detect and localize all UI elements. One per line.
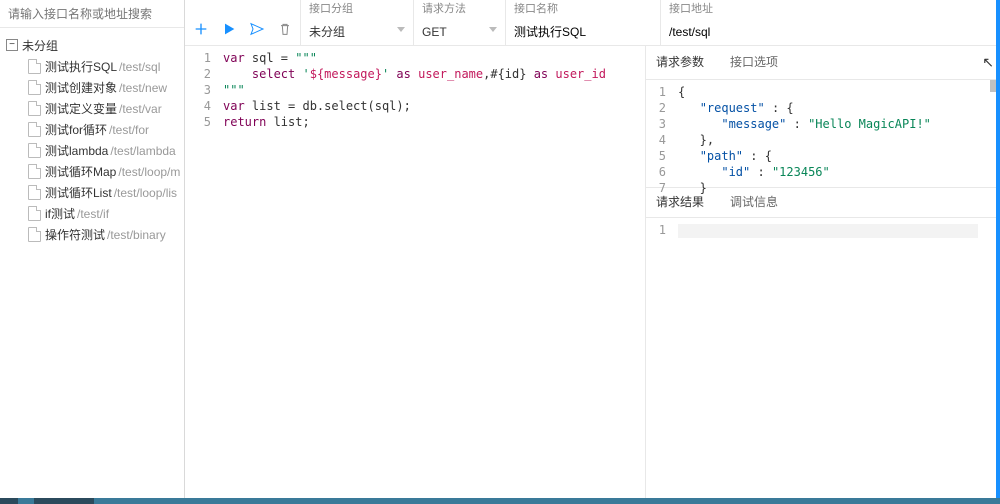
item-path: /test/if: [77, 207, 109, 221]
editor-code[interactable]: var sql = """ select '${message}' as use…: [223, 46, 645, 498]
header-row: 接口分组 未分组 请求方法 GET 接口名称 接口地址: [185, 0, 1000, 46]
run-button[interactable]: [220, 20, 238, 38]
file-icon: [28, 101, 41, 116]
item-path: /test/loop/lis: [114, 186, 177, 200]
item-path: /test/for: [109, 123, 149, 137]
method-select[interactable]: GET: [414, 18, 505, 45]
file-icon: [28, 227, 41, 242]
url-field: 接口地址: [661, 0, 1000, 45]
item-path: /test/loop/m: [118, 165, 180, 179]
url-label: 接口地址: [661, 0, 1000, 18]
item-name: 操作符测试: [45, 226, 105, 243]
group-label: 接口分组: [301, 0, 413, 18]
tree-item[interactable]: 测试lambda /test/lambda: [6, 140, 184, 161]
file-icon: [28, 80, 41, 95]
tree-item[interactable]: 测试定义变量 /test/var: [6, 98, 184, 119]
req-code[interactable]: { "request" : { "message" : "Hello Magic…: [678, 80, 1000, 187]
file-icon: [28, 143, 41, 158]
file-icon: [28, 206, 41, 221]
toolbar: [185, 0, 301, 45]
item-path: /test/var: [119, 102, 162, 116]
chevron-down-icon: [489, 27, 497, 32]
tree-item[interactable]: 测试循环Map /test/loop/m: [6, 161, 184, 182]
api-tree: − 未分组 测试执行SQL /test/sql测试创建对象 /test/new测…: [0, 28, 184, 245]
result-gutter: 1: [646, 218, 678, 498]
add-button[interactable]: [192, 20, 210, 38]
group-field: 接口分组 未分组: [301, 0, 414, 45]
url-input-el[interactable]: [669, 25, 992, 39]
tab-api-options[interactable]: 接口选项: [730, 46, 778, 79]
right-panel: 请求参数 接口选项 ↖ 1234567 { "request" : { "mes…: [646, 46, 1000, 498]
tree-item[interactable]: if测试 /test/if: [6, 203, 184, 224]
method-value: GET: [422, 25, 447, 39]
tree-item[interactable]: 操作符测试 /test/binary: [6, 224, 184, 245]
file-icon: [28, 164, 41, 179]
right-edge-bar: [996, 0, 1000, 498]
search-input[interactable]: [0, 0, 184, 28]
tab-request-params[interactable]: 请求参数: [656, 46, 704, 79]
footer-seg: [0, 498, 18, 504]
item-name: 测试执行SQL: [45, 58, 117, 75]
method-label: 请求方法: [414, 0, 505, 18]
item-path: /test/lambda: [110, 144, 175, 158]
chevron-down-icon: [397, 27, 405, 32]
delete-button[interactable]: [276, 20, 294, 38]
url-input[interactable]: [661, 18, 1000, 45]
name-input-el[interactable]: [514, 25, 652, 39]
item-name: 测试循环List: [45, 184, 112, 201]
tree-item[interactable]: 测试循环List /test/loop/lis: [6, 182, 184, 203]
send-button[interactable]: [248, 20, 266, 38]
tree-group-header[interactable]: − 未分组: [6, 34, 184, 56]
footer-bar: [0, 498, 1000, 504]
name-field: 接口名称: [506, 0, 661, 45]
method-field: 请求方法 GET: [414, 0, 506, 45]
tree-item[interactable]: 测试for循环 /test/for: [6, 119, 184, 140]
request-body-editor[interactable]: 1234567 { "request" : { "message" : "Hel…: [646, 80, 1000, 188]
name-label: 接口名称: [506, 0, 660, 18]
group-value: 未分组: [309, 23, 345, 40]
sidebar: − 未分组 测试执行SQL /test/sql测试创建对象 /test/new测…: [0, 0, 185, 498]
item-path: /test/binary: [107, 228, 166, 242]
group-select[interactable]: 未分组: [301, 18, 413, 45]
header-fields: 接口分组 未分组 请求方法 GET 接口名称 接口地址: [301, 0, 1000, 45]
result-editor[interactable]: 1: [646, 218, 1000, 498]
name-input[interactable]: [506, 18, 660, 45]
item-name: 测试创建对象: [45, 79, 117, 96]
body-split: 12345 var sql = """ select '${message}' …: [185, 46, 1000, 498]
main-area: 接口分组 未分组 请求方法 GET 接口名称 接口地址 12345 var sq…: [185, 0, 1000, 498]
item-path: /test/sql: [119, 60, 160, 74]
result-line-num: 1: [646, 222, 666, 238]
group-name: 未分组: [22, 37, 58, 54]
tree-item[interactable]: 测试执行SQL /test/sql: [6, 56, 184, 77]
file-icon: [28, 122, 41, 137]
cursor-icon: ↖: [982, 54, 994, 71]
item-name: 测试lambda: [45, 142, 108, 159]
item-name: 测试for循环: [45, 121, 107, 138]
tab-debug[interactable]: 调试信息: [730, 186, 778, 219]
collapse-icon[interactable]: −: [6, 39, 18, 51]
item-name: 测试定义变量: [45, 100, 117, 117]
result-empty-line: [678, 224, 978, 238]
item-path: /test/new: [119, 81, 167, 95]
editor-gutter: 12345: [185, 46, 223, 498]
req-gutter: 1234567: [646, 80, 678, 187]
footer-seg: [34, 498, 94, 504]
item-name: 测试循环Map: [45, 163, 116, 180]
result-code[interactable]: [678, 218, 1000, 498]
item-name: if测试: [45, 205, 75, 222]
code-editor[interactable]: 12345 var sql = """ select '${message}' …: [185, 46, 646, 498]
request-tabs: 请求参数 接口选项 ↖: [646, 46, 1000, 80]
file-icon: [28, 59, 41, 74]
tree-item[interactable]: 测试创建对象 /test/new: [6, 77, 184, 98]
file-icon: [28, 185, 41, 200]
